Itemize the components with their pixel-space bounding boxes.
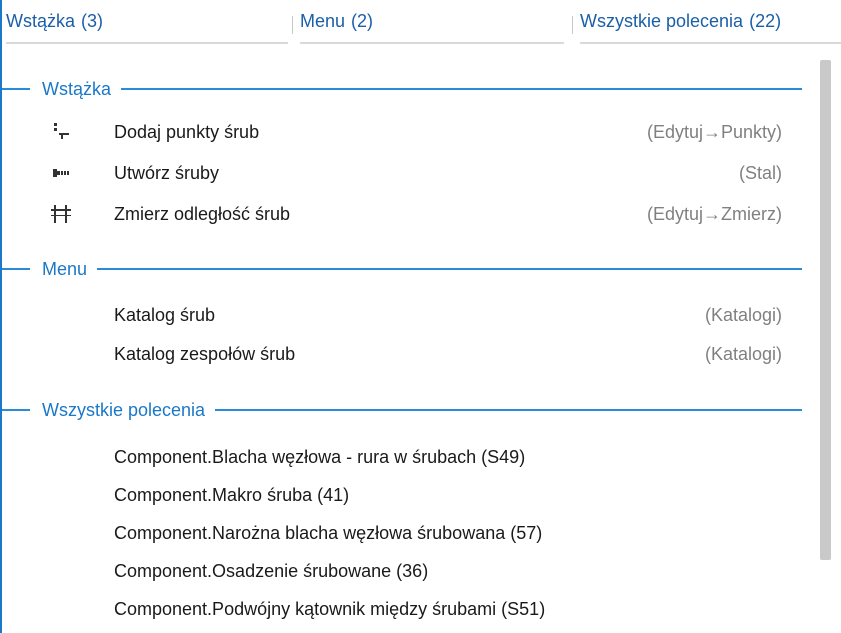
list-item[interactable]: Zmierz odległość śrub (Edytuj→Zmierz)	[2, 197, 802, 231]
tab-ribbon[interactable]: Wstążka (3)	[6, 0, 288, 44]
section-title: Menu	[42, 258, 88, 279]
tab-ribbon-count: (3)	[81, 10, 104, 31]
item-label: Zmierz odległość śrub	[114, 203, 291, 224]
list-item[interactable]: Component.Blacha węzłowa - rura w śrubac…	[2, 440, 802, 474]
tab-menu-count: (2)	[351, 10, 374, 31]
section-header-menu: Menu	[2, 254, 802, 284]
item-label: Component.Narożna blacha węzłowa śrubowa…	[114, 522, 543, 543]
item-label: Component.Makro śruba (41)	[114, 484, 350, 505]
item-path: (Edytuj→Punkty)	[646, 121, 782, 142]
tab-separator	[292, 16, 293, 34]
item-label: Katalog zespołów śrub	[114, 343, 296, 364]
item-path: (Katalogi)	[704, 304, 782, 325]
tab-all-commands-label: Wszystkie polecenia	[580, 10, 744, 31]
list-item[interactable]: Katalog zespołów śrub (Katalogi)	[2, 337, 802, 371]
list-item[interactable]: Component.Narożna blacha węzłowa śrubowa…	[2, 516, 802, 550]
list-item[interactable]: Dodaj punkty śrub (Edytuj→Punkty)	[2, 115, 802, 149]
item-label: Component.Podwójny kątownik między śruba…	[114, 598, 546, 619]
create-bolts-icon	[50, 162, 72, 184]
item-path: (Stal)	[738, 162, 782, 183]
item-label: Katalog śrub	[114, 304, 216, 325]
list-item[interactable]: Component.Makro śruba (41)	[2, 478, 802, 512]
list-item[interactable]: Katalog śrub (Katalogi)	[2, 298, 802, 332]
tab-all-commands[interactable]: Wszystkie polecenia (22)	[580, 0, 841, 44]
tab-menu-label: Menu	[300, 10, 346, 31]
section-title: Wstążka	[42, 78, 112, 99]
item-label: Component.Blacha węzłowa - rura w śrubac…	[114, 446, 526, 467]
list-item[interactable]: Component.Podwójny kątownik między śruba…	[2, 592, 802, 626]
tab-bar: Wstążka (3) Menu (2) Wszystkie polecenia (2…	[2, 0, 841, 50]
section-header-ribbon: Wstążka	[2, 74, 802, 104]
tab-menu[interactable]: Menu (2)	[300, 0, 564, 44]
item-path: (Edytuj→Zmierz)	[646, 203, 782, 224]
tab-all-commands-count: (22)	[749, 10, 782, 31]
tab-ribbon-label: Wstążka	[6, 10, 76, 31]
section-header-all-commands: Wszystkie polecenia	[2, 395, 802, 425]
scrollbar-thumb[interactable]	[820, 60, 831, 560]
list-item[interactable]: Utwórz śruby (Stal)	[2, 156, 802, 190]
results-list: Wstążka Dodaj punkty śrub (Edytuj→Punkty…	[2, 50, 810, 633]
item-label: Utwórz śruby	[114, 162, 220, 183]
item-path: (Katalogi)	[704, 343, 782, 364]
list-item[interactable]: Component.Osadzenie śrubowane (36)	[2, 554, 802, 588]
item-label: Dodaj punkty śrub	[114, 121, 260, 142]
tab-separator	[572, 16, 573, 34]
item-label: Component.Osadzenie śrubowane (36)	[114, 560, 429, 581]
add-bolt-points-icon	[50, 121, 72, 143]
measure-bolt-distance-icon	[50, 203, 72, 225]
section-title: Wszystkie polecenia	[42, 399, 206, 420]
